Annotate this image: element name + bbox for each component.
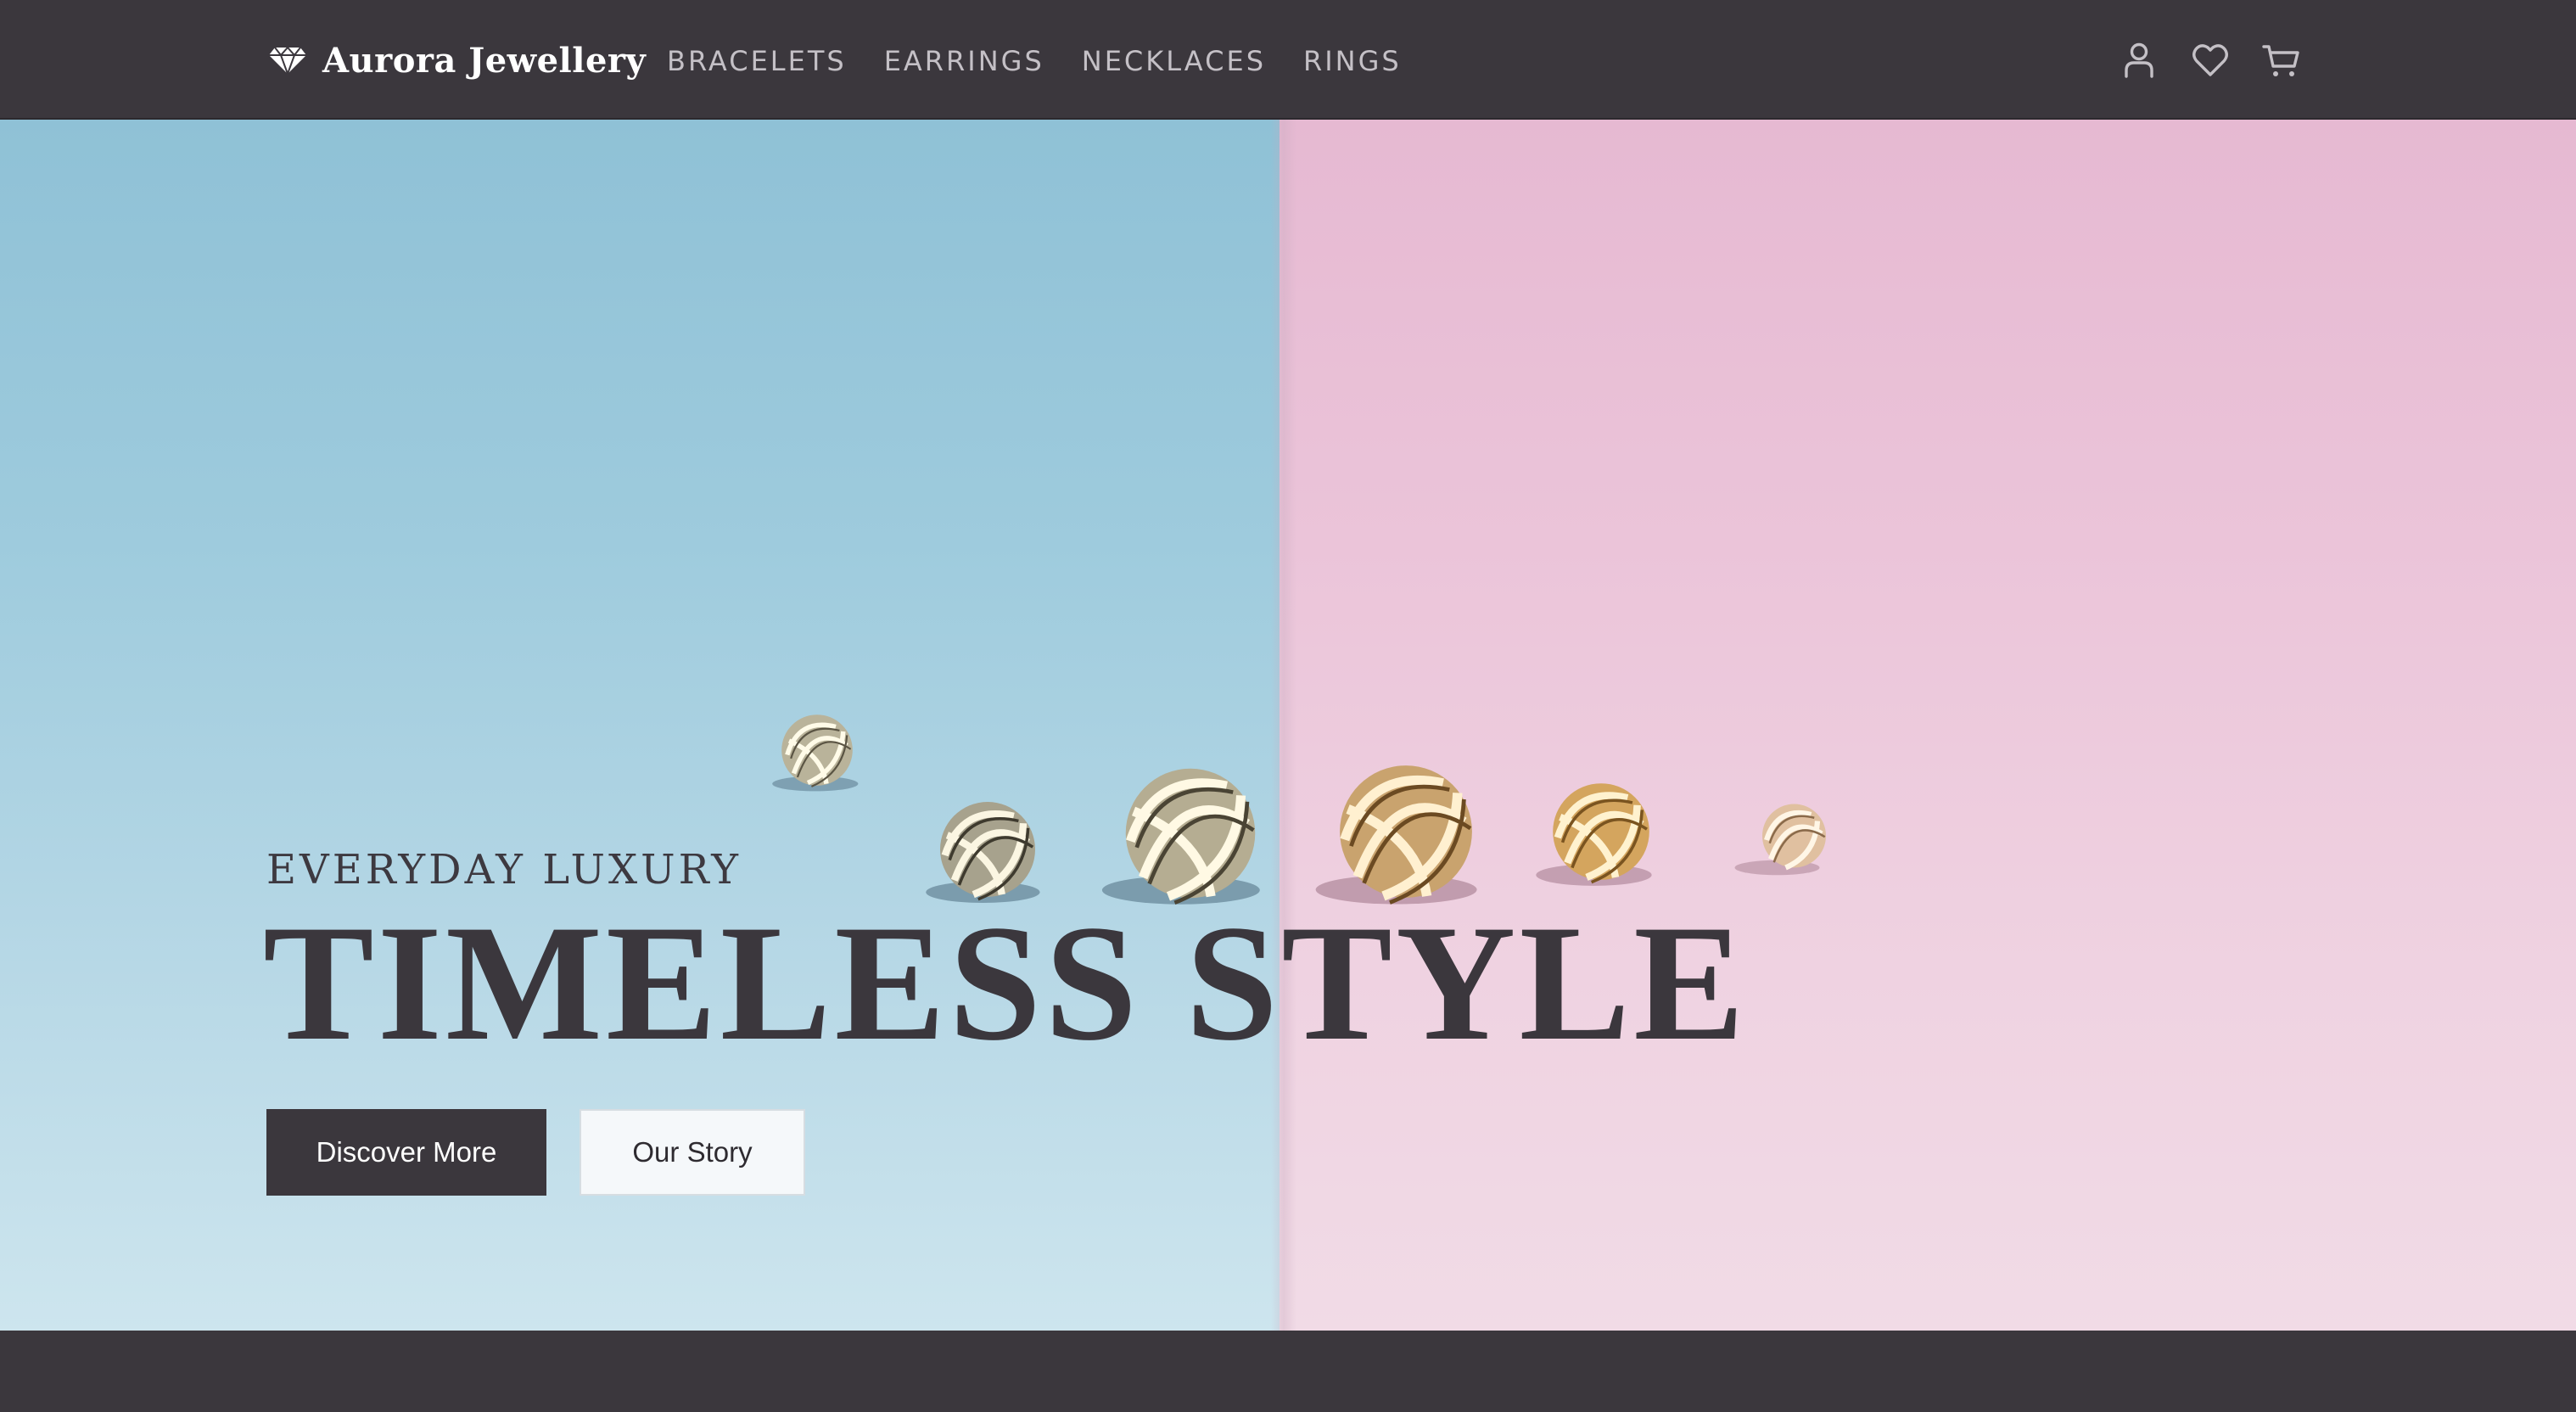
account-actions [2118,36,2303,85]
knot-earring-image [1731,793,1845,878]
cart-icon[interactable] [2260,39,2303,81]
hero-title: TIMELESS STYLE [263,891,1748,1075]
nav-link-rings[interactable]: RINGS [1303,45,1402,77]
discover-more-button[interactable]: Discover More [266,1109,546,1196]
hero-background-pink [1280,120,2576,1331]
hero-banner: EVERYDAY LUXURY TIMELESS STYLE Discover … [0,120,2576,1331]
diamond-icon [268,46,307,76]
user-icon[interactable] [2118,39,2160,81]
knot-earring-image [1101,754,1269,912]
brand-logo[interactable]: Aurora Jewellery [268,36,646,85]
top-navigation-bar: Aurora Jewellery BRACELETS EARRINGS NECK… [0,0,2576,120]
footer-strip [0,1331,2576,1412]
main-menu: BRACELETS EARRINGS NECKLACES RINGS [667,39,1439,83]
hero-divider [1271,120,1296,1331]
knot-earring-image [770,703,864,797]
nav-link-necklaces[interactable]: NECKLACES [1082,45,1266,77]
nav-link-earrings[interactable]: EARRINGS [884,45,1044,77]
hero-eyebrow: EVERYDAY LUXURY [266,846,742,894]
our-story-button[interactable]: Our Story [580,1109,805,1196]
nav-link-bracelets[interactable]: BRACELETS [667,45,847,77]
knot-earring-image [1315,751,1487,912]
brand-name: Aurora Jewellery [322,40,647,81]
heart-icon[interactable] [2189,39,2232,81]
knot-earring-image [1536,771,1661,892]
